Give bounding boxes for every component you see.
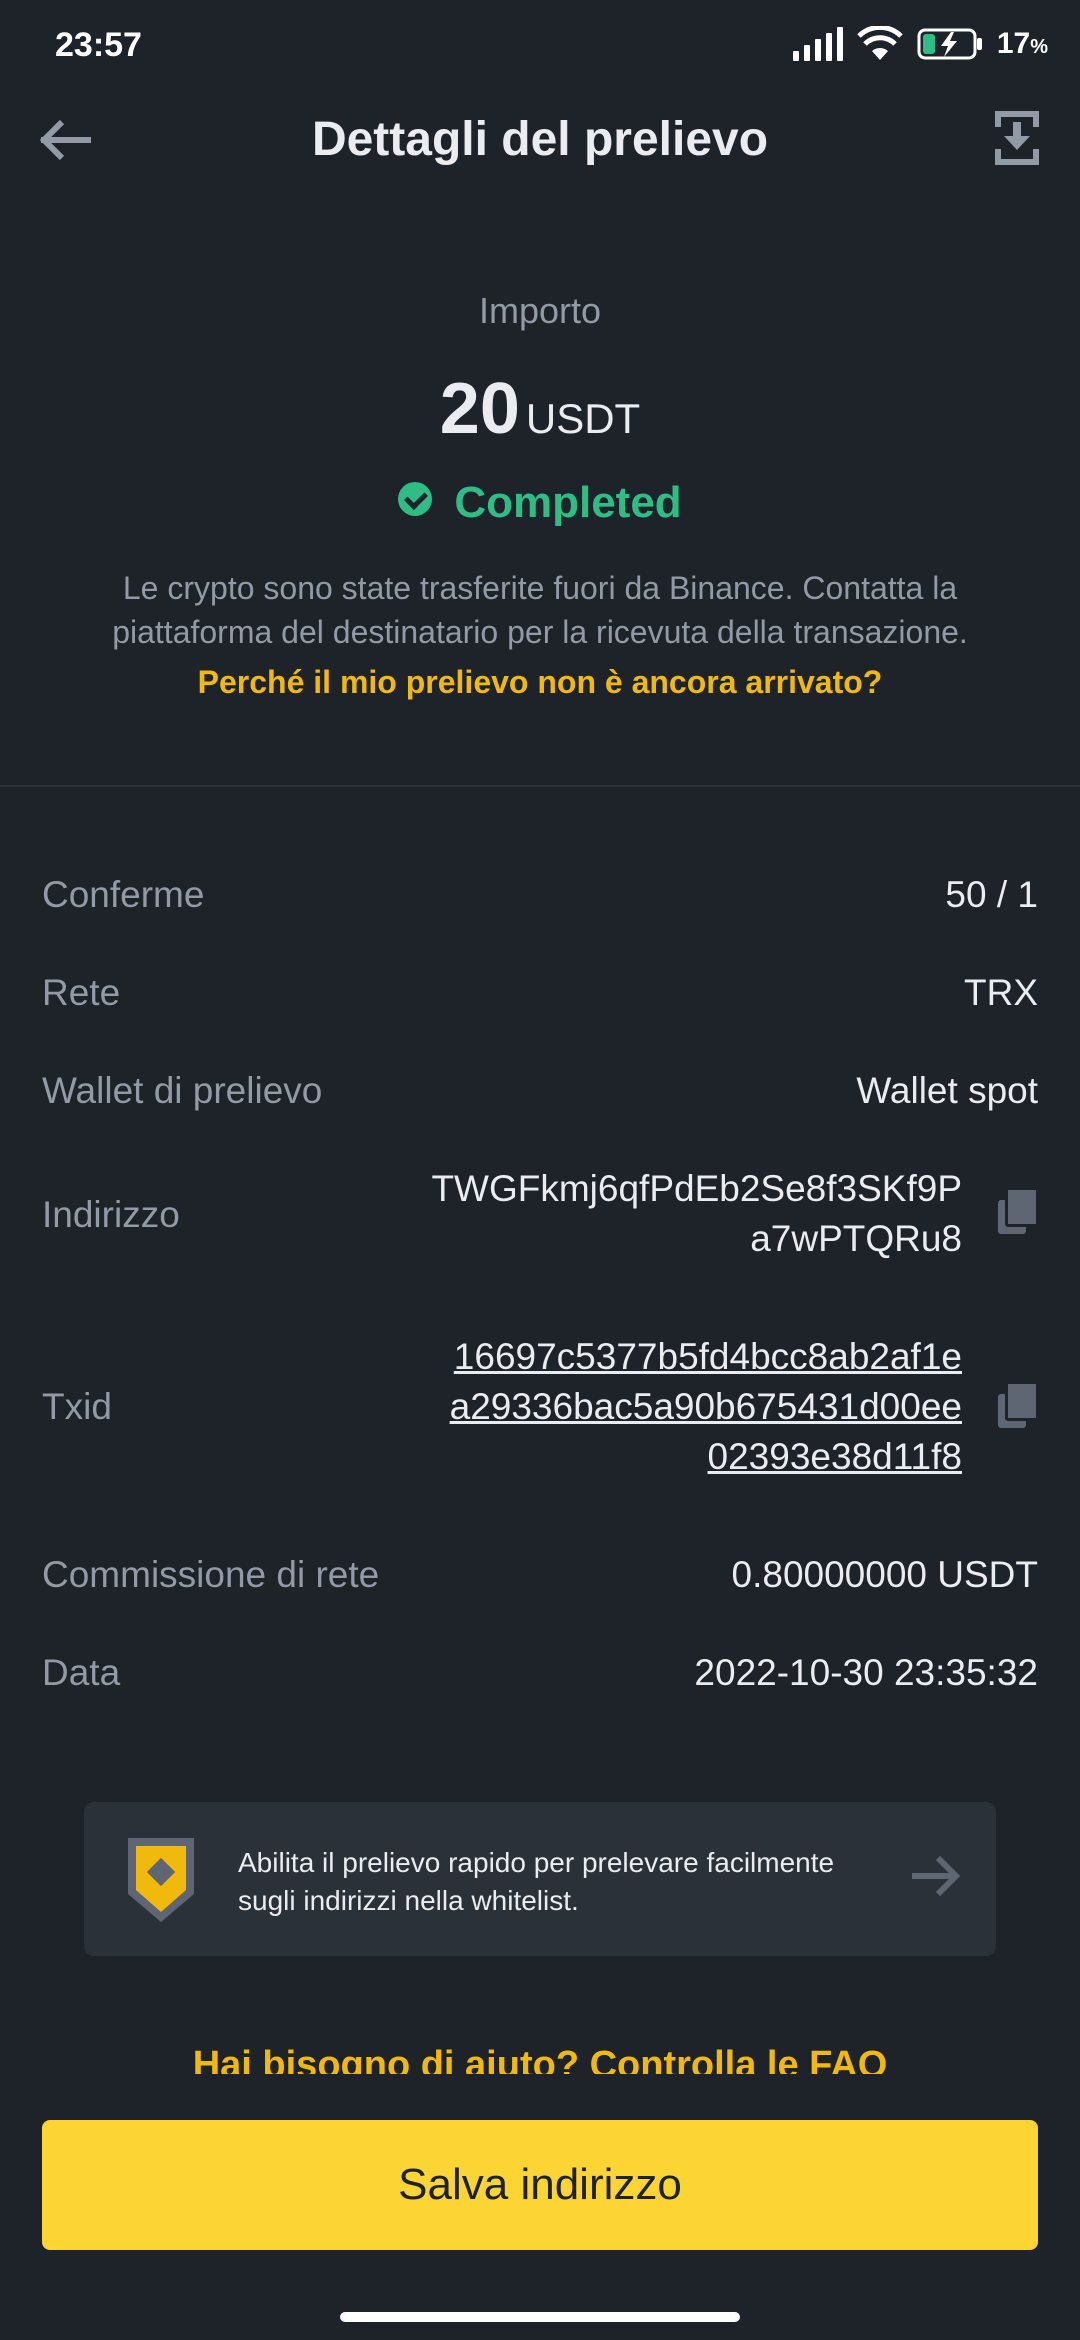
battery-percent: 17% (996, 27, 1048, 60)
shield-icon (128, 1838, 194, 1922)
status-time: 23:57 (55, 26, 142, 64)
arrow-right-icon[interactable] (908, 1846, 964, 1906)
fee-value: 0.80000000 USDT (731, 1554, 1038, 1595)
address-line-1: TWGFkmj6qfPdEb2Se8f3SKf9P (431, 1168, 962, 1209)
confirmations-value: 50 / 1 (945, 874, 1038, 915)
date-value: 2022-10-30 23:35:32 (694, 1652, 1038, 1693)
help-link-container: Hai bisogno di aiuto? Controlla le FAQ (0, 2040, 1080, 2074)
txid-label: Txid (42, 1386, 112, 1427)
download-icon[interactable] (992, 108, 1042, 168)
date-label: Data (42, 1652, 121, 1693)
status-bar: 23:57 17% (0, 0, 1080, 96)
txid-line-3[interactable]: 02393e38d11f8 (450, 1432, 962, 1482)
fast-withdrawal-banner[interactable]: Abilita il prelievo rapido per prelevare… (84, 1802, 996, 1956)
description-text: Le crypto sono state trasferite fuori da… (112, 570, 968, 650)
divider (0, 785, 1080, 787)
status-text: Completed (454, 478, 682, 527)
address-line-2: a7wPTQRu8 (750, 1218, 962, 1259)
signal-icon (792, 27, 843, 61)
network-label: Rete (42, 972, 121, 1013)
copy-txid-icon[interactable] (998, 1381, 1039, 1430)
help-faq-link[interactable]: Hai bisogno di aiuto? Controlla le FAQ (0, 2040, 1080, 2074)
network-value: TRX (964, 972, 1038, 1013)
txid-value[interactable]: 16697c5377b5fd4bcc8ab2af1e a29336bac5a90… (450, 1332, 962, 1482)
amount-currency: USDT (525, 395, 641, 442)
address-value: TWGFkmj6qfPdEb2Se8f3SKf9P a7wPTQRu8 (431, 1164, 962, 1264)
home-indicator[interactable] (340, 2312, 740, 2322)
why-not-arrived-link[interactable]: Perché il mio prelievo non è ancora arri… (0, 664, 1080, 701)
fee-label: Commissione di rete (42, 1554, 380, 1595)
wallet-value: Wallet spot (856, 1070, 1038, 1111)
status-completed: Completed (0, 478, 1080, 528)
app-header: Dettagli del prelievo (0, 96, 1080, 184)
confirmations-label: Conferme (42, 874, 205, 915)
save-address-button[interactable]: Salva indirizzo (42, 2120, 1038, 2250)
txid-line-2[interactable]: a29336bac5a90b675431d00ee (450, 1382, 962, 1432)
wallet-label: Wallet di prelievo (42, 1070, 323, 1111)
address-label: Indirizzo (42, 1194, 180, 1235)
page-title: Dettagli del prelievo (311, 113, 769, 166)
wifi-icon (857, 26, 903, 60)
status-icons: 17% (792, 26, 1048, 62)
check-circle-icon (398, 482, 433, 517)
txid-line-1[interactable]: 16697c5377b5fd4bcc8ab2af1e (450, 1332, 962, 1382)
amount-value: 20 USDT (0, 368, 1080, 450)
battery-icon (917, 28, 982, 60)
amount-number: 20 (439, 369, 520, 449)
banner-text: Abilita il prelievo rapido per prelevare… (238, 1847, 835, 1916)
copy-address-icon[interactable] (998, 1187, 1039, 1236)
amount-label: Importo (478, 290, 602, 331)
